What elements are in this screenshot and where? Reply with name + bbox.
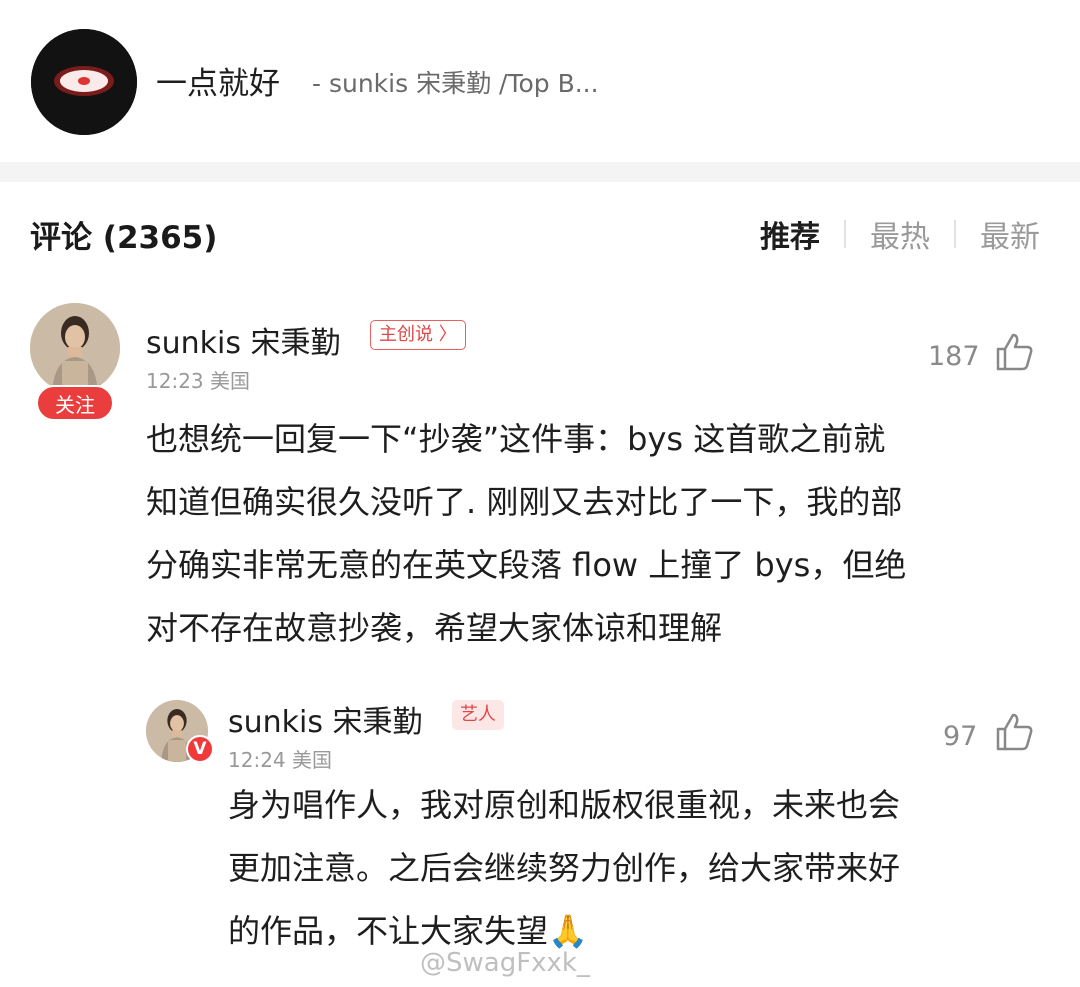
watermark: @SwagFxxk_ xyxy=(420,948,590,978)
verified-badge: V xyxy=(186,735,214,763)
comment-line: 分确实非常无意的在英文段落 flow 上撞了 bys，但绝 xyxy=(146,546,907,584)
comment-text: 也想统一回复一下“抄袭”这件事：bys 这首歌之前就 知道但确实很久没听了. 刚… xyxy=(146,408,1046,660)
tab-hottest[interactable]: 最热 xyxy=(870,212,930,256)
comment-like-count: 187 xyxy=(928,341,980,372)
comment-line: 知道但确实很久没听了. 刚刚又去对比了一下，我的部 xyxy=(146,483,903,521)
follow-button[interactable]: 关注 xyxy=(36,385,114,421)
tab-divider xyxy=(954,220,956,248)
reply-line: 更加注意。之后会继续努力创作，给大家带来好 xyxy=(228,849,901,887)
song-title[interactable]: 一点就好 xyxy=(156,58,280,103)
tab-newest[interactable]: 最新 xyxy=(980,212,1040,256)
creator-says-tag[interactable]: 主创说 〉 xyxy=(370,320,466,350)
section-divider xyxy=(0,162,1080,182)
comment-sort-tabs: 推荐 最热 最新 xyxy=(760,212,1040,256)
reply-line: 身为唱作人，我对原创和版权很重视，未来也会 xyxy=(228,786,901,824)
song-artist-subtitle[interactable]: - sunkis 宋秉勤 /Top B... xyxy=(312,64,599,100)
tab-recommended[interactable]: 推荐 xyxy=(760,212,820,256)
reply-time-location: 12:24 美国 xyxy=(228,748,332,772)
comment-time-location: 12:23 美国 xyxy=(146,369,250,393)
comment-username[interactable]: sunkis 宋秉勤 xyxy=(146,318,341,362)
thumbs-up-icon[interactable] xyxy=(993,331,1035,373)
reply-like-count: 97 xyxy=(943,721,978,752)
comment-line: 对不存在故意抄袭，希望大家体谅和理解 xyxy=(146,609,723,647)
tab-divider xyxy=(844,220,846,248)
reply-line: 的作品，不让大家失望🙏 xyxy=(228,912,588,950)
song-header: 一点就好 - sunkis 宋秉勤 /Top B... xyxy=(0,0,1080,162)
comments-count-title: 评论 (2365) xyxy=(30,220,218,256)
reply-username[interactable]: sunkis 宋秉勤 xyxy=(228,697,423,741)
reply-text: 身为唱作人，我对原创和版权很重视，未来也会 更加注意。之后会继续努力创作，给大家… xyxy=(228,774,1048,963)
comment-line: 也想统一回复一下“抄袭”这件事：bys 这首歌之前就 xyxy=(146,420,886,458)
thumbs-up-icon[interactable] xyxy=(993,711,1035,753)
album-cover-icon[interactable] xyxy=(31,29,137,135)
artist-tag: 艺人 xyxy=(452,700,504,730)
avatar[interactable] xyxy=(30,303,120,393)
